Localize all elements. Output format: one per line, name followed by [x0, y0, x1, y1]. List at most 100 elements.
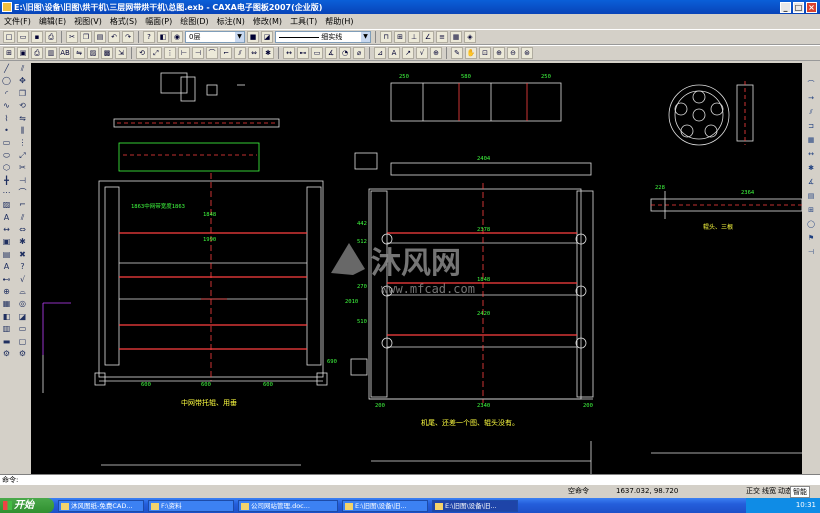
polyline-icon[interactable]: ⌇ [0, 113, 13, 124]
print-icon[interactable]: ⎙ [45, 31, 57, 43]
menu-view[interactable]: 视图(V) [74, 16, 102, 27]
dimension-icon[interactable]: ↔ [0, 224, 13, 235]
extend-icon[interactable]: ⊣ [192, 47, 204, 59]
zoom-in-icon[interactable]: ⊕ [493, 47, 505, 59]
trim-icon[interactable]: ⊢ [178, 47, 190, 59]
layer-manager-icon[interactable]: ≡ [436, 31, 448, 43]
redo-icon[interactable]: ↷ [122, 31, 134, 43]
ortho-toggle[interactable]: 正交 [746, 485, 760, 498]
polygon-icon[interactable]: ⬡ [0, 162, 13, 173]
redraw-icon[interactable]: ▣ [17, 47, 29, 59]
title-block-icon[interactable]: ▬ [0, 336, 13, 347]
ortho-icon[interactable]: ⊥ [408, 31, 420, 43]
taskbar-item-active[interactable]: E:\旧图\设备\旧... [432, 499, 518, 512]
rotate-icon[interactable]: ⟲ [136, 47, 148, 59]
plot-icon[interactable]: ⎙ [31, 47, 43, 59]
frame-icon[interactable]: ▢ [16, 336, 29, 347]
roughness-tool-icon[interactable]: √ [16, 274, 29, 285]
mirror-object-icon[interactable]: ⇋ [16, 113, 29, 124]
insert-icon[interactable]: ⇲ [115, 47, 127, 59]
layer-tool-icon[interactable]: ◧ [0, 311, 13, 322]
break-object-icon[interactable]: ⫽ [16, 212, 29, 223]
command-line[interactable]: 命令: [0, 474, 820, 485]
spline-icon[interactable]: ∿ [0, 100, 13, 111]
parts-library-icon[interactable]: ⚙ [0, 348, 13, 359]
dim-angle-icon[interactable]: ∡ [325, 47, 337, 59]
open-file-icon[interactable]: ▭ [17, 31, 29, 43]
dim-tool-icon[interactable]: ⊷ [0, 274, 13, 285]
color-tool-icon[interactable]: ◪ [16, 311, 29, 322]
view-all-icon[interactable]: ⊞ [3, 47, 15, 59]
close-button[interactable]: × [806, 1, 817, 13]
bom-icon[interactable]: ▥ [0, 323, 13, 334]
zoom-all-icon[interactable]: ⊛ [521, 47, 533, 59]
new-file-icon[interactable]: □ [3, 31, 15, 43]
dim-radius-icon[interactable]: ◔ [339, 47, 351, 59]
grid-right-icon[interactable]: ⊞ [805, 205, 817, 215]
menu-format[interactable]: 格式(S) [110, 16, 137, 27]
roughness-icon[interactable]: √ [416, 47, 428, 59]
menu-file[interactable]: 文件(F) [4, 16, 31, 27]
array-object-icon[interactable]: ⋮ [16, 137, 29, 148]
scale-icon[interactable]: ⤢ [150, 47, 162, 59]
color-icon[interactable]: ■ [247, 31, 259, 43]
balloon-icon[interactable]: ◎ [16, 298, 29, 309]
linetype-icon[interactable]: ◪ [261, 31, 273, 43]
star-icon[interactable]: ✱ [805, 163, 817, 173]
lineweight-toggle[interactable]: 线宽 [762, 485, 776, 498]
copy-icon[interactable]: ❐ [80, 31, 92, 43]
rotate-object-icon[interactable]: ⟲ [16, 100, 29, 111]
app-icon[interactable] [2, 2, 12, 12]
flag-icon[interactable]: ⚑ [805, 233, 817, 243]
taskbar-item[interactable]: F:\资料 [148, 499, 234, 512]
explode-icon[interactable]: ✱ [262, 47, 274, 59]
properties-icon[interactable]: ▦ [450, 31, 462, 43]
dim-right-icon[interactable]: ↔ [805, 149, 817, 159]
polar-icon[interactable]: ∠ [422, 31, 434, 43]
extend-right-icon[interactable]: ⊣ [805, 247, 817, 257]
weld-icon[interactable]: ⌓ [16, 286, 29, 297]
circle-right-icon[interactable]: ◯ [805, 219, 817, 229]
menu-help[interactable]: 帮助(H) [325, 16, 353, 27]
point-icon[interactable]: • [0, 125, 13, 136]
dim-horizontal-icon[interactable]: ↔ [283, 47, 295, 59]
explode-object-icon[interactable]: ✱ [16, 236, 29, 247]
ellipse-icon[interactable]: ⬭ [0, 150, 13, 161]
fillet-icon[interactable]: ⌒ [206, 47, 218, 59]
stretch-object-icon[interactable]: ⇔ [16, 224, 29, 235]
image-icon[interactable]: ▤ [0, 249, 13, 260]
menu-edit[interactable]: 编辑(E) [39, 16, 66, 27]
move-icon[interactable]: ✥ [16, 75, 29, 86]
zoom-window-icon[interactable]: ⊡ [479, 47, 491, 59]
snap-icon[interactable]: ⊓ [380, 31, 392, 43]
taskbar-item[interactable]: 沐风图纸-免费CAD... [58, 499, 144, 512]
break-icon[interactable]: ⫽ [234, 47, 246, 59]
menu-tools[interactable]: 工具(T) [290, 16, 317, 27]
delete-icon[interactable]: ✖ [16, 249, 29, 260]
start-button[interactable]: 开始 [0, 498, 54, 513]
parallel-icon[interactable]: ⫽ [16, 63, 29, 74]
sheet-icon[interactable]: ▭ [16, 323, 29, 334]
offset-icon[interactable]: ⫼ [16, 125, 29, 136]
angle-right-icon[interactable]: ∡ [805, 177, 817, 187]
dim-style-icon[interactable]: ▭ [311, 47, 323, 59]
layer-state-icon[interactable]: ◉ [171, 31, 183, 43]
library-right-icon[interactable]: ▤ [805, 191, 817, 201]
hatch-object-icon[interactable]: ▨ [0, 199, 13, 210]
snap-mode-select[interactable]: 智能 [790, 486, 810, 498]
tolerance-icon[interactable]: ⊕ [430, 47, 442, 59]
text-object-icon[interactable]: A [0, 212, 13, 223]
circle-icon[interactable]: ◯ [0, 75, 13, 86]
menu-dimension[interactable]: 标注(N) [217, 16, 245, 27]
clock[interactable]: 10:31 [796, 501, 816, 509]
linetype-select[interactable]: 细实线 ▼ [275, 31, 371, 43]
line-icon[interactable]: ╱ [0, 63, 13, 74]
undo-icon[interactable]: ↶ [108, 31, 120, 43]
taskbar-item[interactable]: E:\旧图\设备\旧... [342, 499, 428, 512]
paste-icon[interactable]: ▤ [94, 31, 106, 43]
copy-object-icon[interactable]: ❐ [16, 88, 29, 99]
maximize-button[interactable]: □ [793, 1, 804, 13]
zoom-out-icon[interactable]: ⊖ [507, 47, 519, 59]
taskbar-item[interactable]: 公司网站管理.doc... [238, 499, 338, 512]
menu-modify[interactable]: 修改(M) [253, 16, 282, 27]
